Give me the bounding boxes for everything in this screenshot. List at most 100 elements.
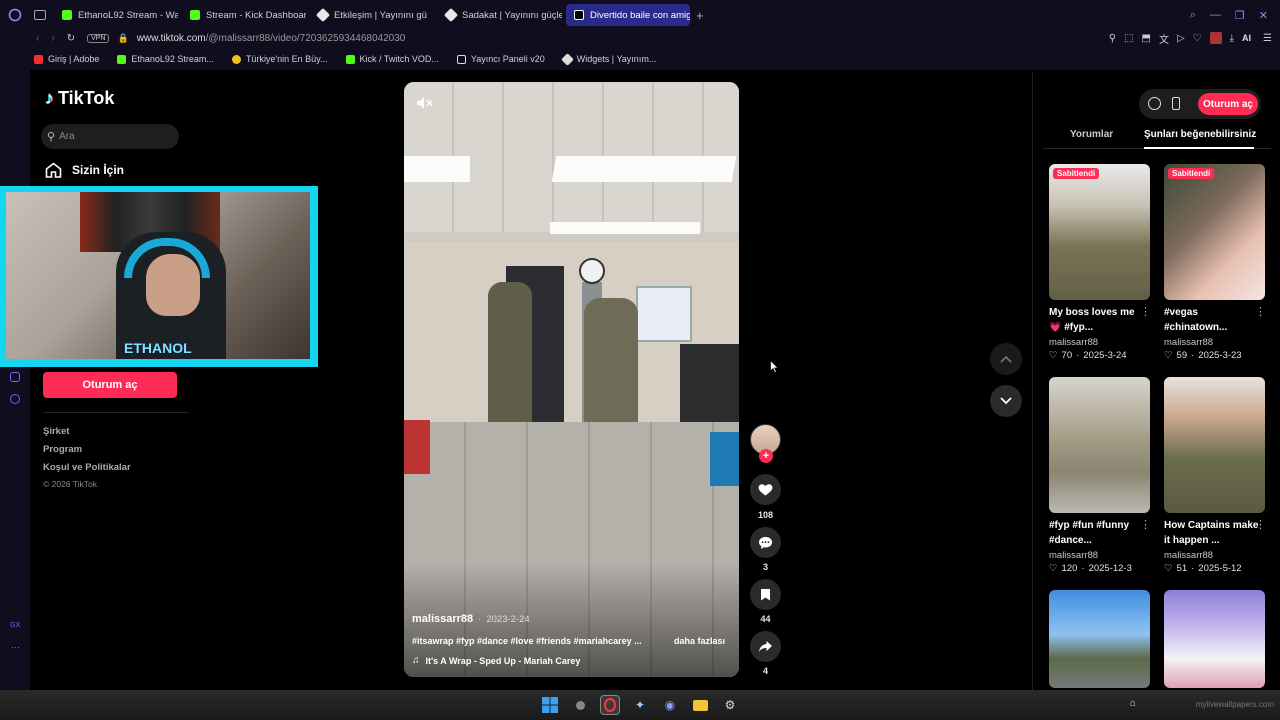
download-icon[interactable]: ⤓ — [1230, 33, 1234, 44]
next-video-button[interactable] — [990, 385, 1022, 417]
like-button[interactable] — [750, 474, 781, 505]
more-icon[interactable]: ··· — [11, 642, 20, 652]
tab-you-may-like[interactable]: Şunları beğenebilirsiniz — [1144, 129, 1256, 140]
close-icon[interactable]: ✕ — [1259, 9, 1268, 22]
footer-link-terms[interactable]: Koşul ve Politikalar — [43, 462, 131, 473]
login-button[interactable]: Oturum aç — [43, 372, 177, 398]
top-login-button[interactable]: Oturum aç — [1198, 93, 1258, 115]
bookmark-label: Kick / Twitch VOD... — [359, 54, 439, 64]
share-button[interactable] — [750, 631, 781, 662]
comment-count: 3 — [762, 562, 768, 572]
webcam-overlay-text: ETHANOL — [124, 340, 192, 356]
settings-icon[interactable] — [10, 394, 20, 404]
game-launcher-icon[interactable]: ✦ — [630, 695, 650, 715]
search-input[interactable]: ⚲ Ara — [41, 124, 179, 149]
more-caption-link[interactable]: daha fazlası — [674, 636, 725, 646]
browser-tab[interactable]: Stream - Kick Dashboard — [182, 4, 306, 26]
video-author[interactable]: malissarr88 — [412, 613, 473, 625]
footer-link-program[interactable]: Program — [43, 444, 82, 455]
compass-icon[interactable] — [1148, 97, 1161, 110]
nav-for-you-label: Sizin İçin — [72, 163, 125, 177]
card-title[interactable]: How Captains make it happen ... — [1164, 518, 1259, 548]
video-music[interactable]: ♫ It's A Wrap - Sped Up - Mariah Carey — [412, 655, 580, 666]
minimize-icon[interactable]: — — [1210, 9, 1221, 21]
previous-video-button[interactable] — [990, 343, 1022, 375]
file-explorer-icon[interactable] — [690, 695, 710, 715]
bookmark-item[interactable]: Yayıncı Paneli v20 — [456, 54, 545, 64]
url-field[interactable]: www.tiktok.com/@malissarr88/video/720362… — [137, 33, 406, 44]
follow-plus-icon[interactable]: + — [759, 449, 773, 463]
comment-button[interactable] — [750, 527, 781, 558]
card-author[interactable]: malissarr88 — [1164, 550, 1213, 561]
recommendation-thumbnail[interactable]: Sabitlendi — [1049, 164, 1150, 300]
video-player[interactable] — [404, 82, 739, 677]
card-author[interactable]: malissarr88 — [1049, 550, 1098, 561]
search-icon[interactable]: ⌕ — [1190, 9, 1196, 22]
steam-icon[interactable]: ⚙ — [720, 695, 740, 715]
discord-icon[interactable]: ◉ — [660, 695, 680, 715]
nav-for-you[interactable]: Sizin İçin — [45, 162, 124, 178]
tab-comments[interactable]: Yorumlar — [1070, 129, 1113, 140]
video-ceiling-light — [551, 156, 737, 182]
card-title[interactable]: My boss loves me 💗 #fyp... — [1049, 305, 1144, 335]
opera-logo-icon[interactable] — [0, 0, 30, 30]
translate-icon[interactable]: 文 — [1159, 31, 1169, 46]
screenshot-icon[interactable]: ⬚ — [1124, 33, 1133, 44]
profile-avatar[interactable] — [1209, 32, 1222, 44]
recommendation-thumbnail[interactable] — [1049, 590, 1150, 688]
windows-start-icon[interactable] — [540, 695, 560, 715]
bookmark-item[interactable]: Giriş | Adobe — [34, 54, 99, 64]
save-button[interactable] — [750, 579, 781, 610]
recommendation-thumbnail[interactable]: Sabitlendi — [1164, 164, 1265, 300]
taskbar-app-icon[interactable] — [570, 695, 590, 715]
vpn-badge[interactable]: VPN — [87, 33, 110, 43]
video-caption: #itsawrap #fyp #dance #love #friends #ma… — [412, 636, 642, 646]
card-title[interactable]: #fyp #fun #funny #dance... — [1049, 518, 1144, 548]
mute-button[interactable] — [416, 94, 436, 112]
browser-tab[interactable]: Etkileşim | Yayınını gü — [310, 4, 434, 26]
menu-icon[interactable]: ☰ — [1263, 33, 1272, 44]
kick-favicon-icon — [190, 10, 200, 20]
forward-icon[interactable]: › — [51, 33, 54, 44]
browser-tab[interactable]: Sadakat | Yayınını güçlend — [438, 4, 562, 26]
card-stats: ♡ 59 · 2025-3-23 — [1164, 350, 1242, 361]
video-window — [636, 286, 692, 342]
card-title[interactable]: #vegas #chinatown... — [1164, 305, 1259, 335]
card-likes: 70 — [1061, 350, 1073, 361]
recommendation-thumbnail[interactable] — [1164, 377, 1265, 513]
phone-icon[interactable] — [1172, 97, 1180, 110]
back-icon[interactable]: ‹ — [36, 33, 39, 44]
tray-icon[interactable]: ⌂ — [1130, 698, 1136, 709]
gx-label-icon[interactable]: GX — [10, 622, 20, 629]
ai-button[interactable]: AI — [1242, 33, 1251, 43]
reload-icon[interactable]: ↻ — [67, 33, 75, 44]
heart-outline-icon: ♡ — [1164, 350, 1173, 361]
maximize-icon[interactable]: ❐ — [1235, 9, 1245, 22]
recommendation-thumbnail[interactable] — [1164, 590, 1265, 688]
browser-tab-active[interactable]: Divertido baile con amigos — [566, 4, 690, 26]
heart-icon — [758, 484, 773, 496]
bookmark-item[interactable]: Widgets | Yayınım... — [560, 52, 656, 66]
bookmark-item[interactable]: Kick / Twitch VOD... — [345, 54, 439, 64]
heart-outline-icon[interactable]: ♡ — [1193, 33, 1202, 44]
bookmark-label: Türkiye'nin En Büy... — [245, 54, 328, 64]
bookmark-item[interactable]: Türkiye'nin En Büy... — [231, 54, 328, 64]
kick-favicon-icon — [62, 10, 72, 20]
pin-icon[interactable]: ⚲ — [1109, 33, 1116, 44]
browser-tab[interactable]: EthanoL92 Stream - Watc — [54, 4, 178, 26]
card-author[interactable]: malissarr88 — [1049, 337, 1098, 348]
music-note-icon: ♫ — [412, 655, 420, 666]
opera-gx-taskbar-icon[interactable] — [600, 695, 620, 715]
tiktok-logo[interactable]: ♪ TikTok — [45, 88, 114, 109]
card-author[interactable]: malissarr88 — [1164, 337, 1213, 348]
tab-list-icon[interactable] — [30, 10, 50, 20]
play-icon[interactable]: ▷ — [1177, 33, 1185, 44]
extensions-icon[interactable] — [10, 372, 20, 382]
card-likes: 59 — [1176, 350, 1188, 361]
recommendation-thumbnail[interactable] — [1049, 377, 1150, 513]
footer-link-company[interactable]: Şirket — [43, 426, 69, 437]
extension-icon[interactable]: ⬒ — [1141, 33, 1150, 44]
new-tab-button[interactable]: + — [696, 8, 704, 23]
muted-speaker-icon — [417, 97, 433, 109]
bookmark-item[interactable]: EthanoL92 Stream... — [117, 54, 214, 64]
